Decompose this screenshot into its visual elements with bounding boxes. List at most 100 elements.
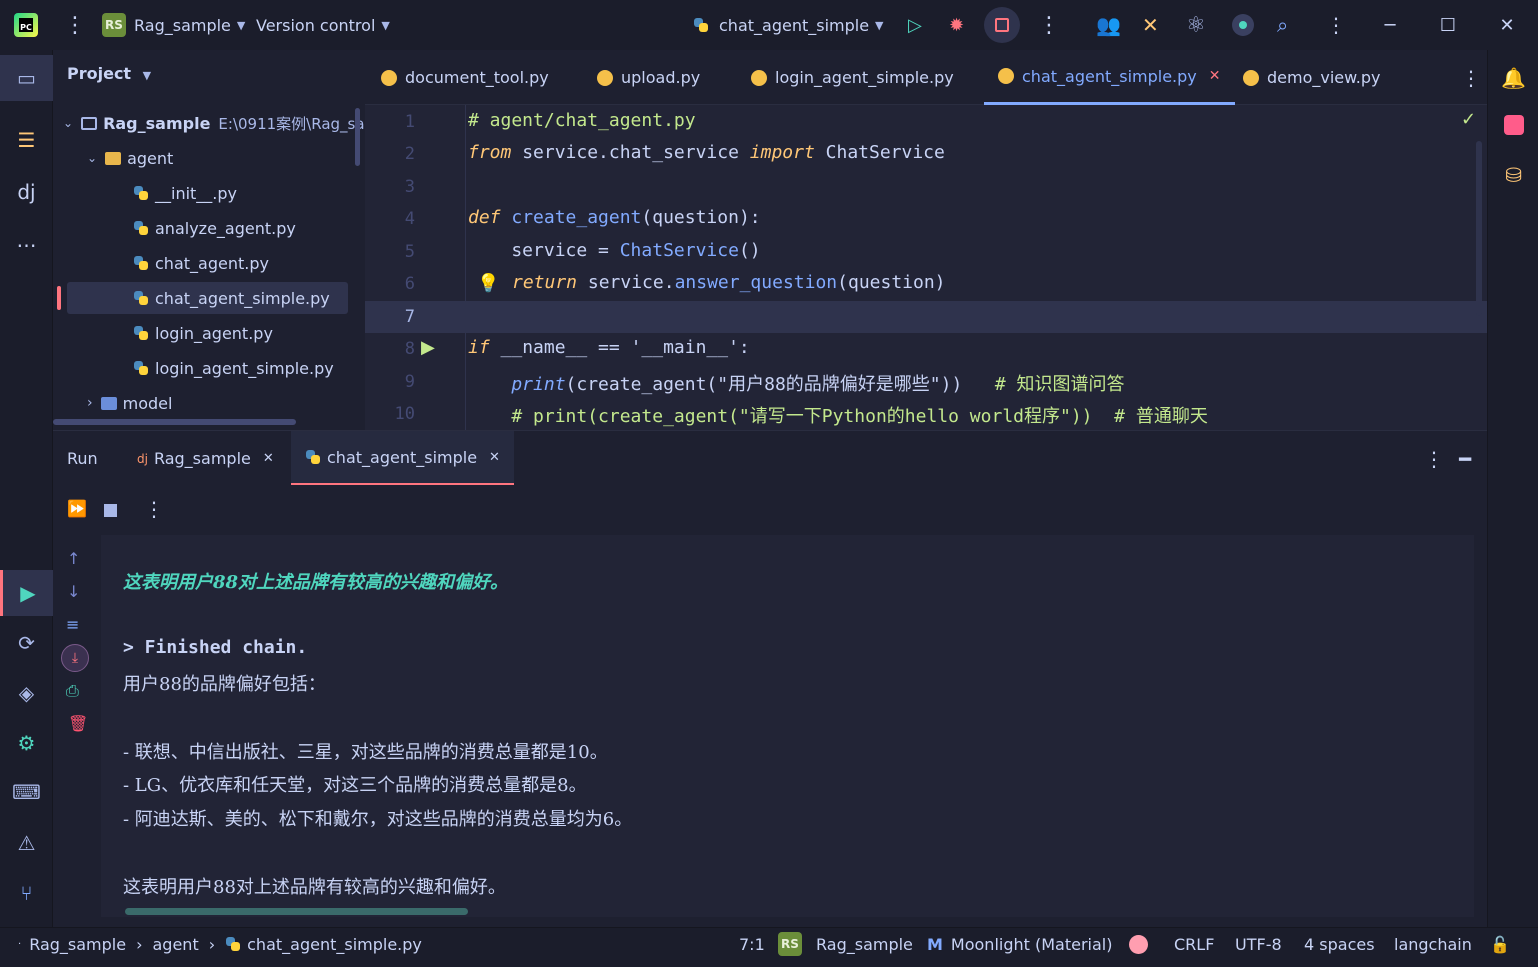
arrow-down-icon[interactable]: ↓ (67, 582, 80, 601)
folder-icon (100, 396, 117, 410)
more-actions-icon[interactable]: ⋮ (1038, 0, 1060, 50)
file-label: login_agent_simple.py (155, 358, 334, 378)
rerun-icon[interactable]: ⏩ (67, 499, 87, 518)
code-line: # agent/chat_agent.py (468, 110, 696, 131)
python-interpreter[interactable]: langchain (1394, 928, 1472, 960)
structure-icon[interactable]: ☰ (0, 120, 53, 160)
vcs-menu[interactable]: Version control ▼ (256, 0, 390, 50)
problems-icon[interactable]: ⚠ (0, 823, 53, 863)
tree-file[interactable]: login_agent_simple.py (133, 352, 334, 384)
class-call: ChatService (619, 240, 739, 261)
code-editor[interactable]: 1 2 3 4 5 6 7 8 9 10 💡 ▶ ✓ # agent/chat_… (365, 105, 1487, 430)
settings-icon[interactable]: ⋮ (1326, 0, 1346, 50)
breadcrumb-item[interactable]: chat_agent_simple.py (247, 935, 422, 954)
database-icon[interactable]: ⛁ (1488, 155, 1538, 195)
close-icon[interactable]: ✕ (1478, 0, 1536, 50)
console-gutter: ↑ ↓ ≡ ⤓ ⎙ 🗑 (53, 535, 101, 917)
scroll-to-end-icon[interactable]: ⤓ (61, 644, 89, 672)
vertical-scrollbar[interactable] (355, 108, 360, 166)
horizontal-scrollbar[interactable] (53, 419, 296, 425)
layers-icon[interactable]: ◈ (0, 673, 53, 713)
app-logo-icon[interactable]: PC (14, 0, 38, 50)
ai-plugin-icon[interactable] (1488, 105, 1538, 145)
tab-document-tool[interactable]: document_tool.py (367, 50, 563, 105)
console-horizontal-scrollbar[interactable] (125, 908, 468, 915)
keyword: import (749, 142, 815, 163)
print-icon[interactable]: ⎙ (66, 681, 79, 701)
run-config-selector[interactable]: chat_agent_simple ▼ (693, 0, 884, 50)
run-config-name: chat_agent_simple (719, 15, 870, 35)
tab-overflow-icon[interactable]: ⋮ (1447, 50, 1495, 105)
tree-root[interactable]: ⌄ Rag_sample E:\0911案例\Rag_sa (63, 107, 365, 139)
keyword: def (468, 207, 501, 228)
search-icon[interactable]: ⌕ (1277, 0, 1288, 50)
trash-icon[interactable]: 🗑 (68, 714, 88, 733)
title-bar: PC ⋮ RS Rag_sample ▼ Version control ▼ c… (0, 0, 1538, 50)
more-icon[interactable]: ⋮ (144, 497, 164, 521)
tab-label: chat_agent_simple (327, 447, 478, 467)
run-icon[interactable]: ▷ (908, 0, 922, 50)
project-view-icon[interactable]: ▭ (0, 55, 53, 101)
tab-upload[interactable]: upload.py (583, 50, 714, 105)
tab-login-agent-simple[interactable]: login_agent_simple.py (737, 50, 968, 105)
line-separator[interactable]: CRLF (1174, 928, 1214, 960)
python-file-icon (133, 325, 149, 341)
project-panel-title[interactable]: Project ▼ (67, 64, 151, 83)
maximize-icon[interactable]: ☐ (1419, 0, 1477, 50)
tree-file[interactable]: analyze_agent.py (133, 212, 296, 244)
git-icon[interactable]: ⑂ (0, 873, 53, 913)
python-console-icon[interactable]: ⟳ (0, 623, 53, 663)
code-line: def create_agent(question): (468, 207, 761, 228)
file-encoding[interactable]: UTF-8 (1235, 928, 1282, 960)
main-menu-icon[interactable]: ⋮ (64, 0, 86, 50)
python-file-icon (381, 69, 397, 86)
console-output[interactable]: 这表明用户88对上述品牌有较高的兴趣和偏好。 > Finished chain.… (101, 535, 1474, 917)
chevron-right-icon: › (136, 934, 143, 954)
services-icon[interactable]: ⚙ (0, 723, 53, 763)
close-tab-icon[interactable]: ✕ (489, 450, 500, 465)
close-tab-icon[interactable]: ✕ (263, 451, 274, 466)
ai-status-icon[interactable] (1129, 928, 1148, 960)
run-tab-chat-agent-simple[interactable]: chat_agent_simple ✕ (291, 431, 514, 486)
tree-folder-agent[interactable]: ⌄ agent (87, 142, 173, 174)
run-tab-rag-sample[interactable]: dj Rag_sample ✕ (123, 431, 288, 486)
editor-scrollbar[interactable] (1476, 141, 1482, 316)
tab-chat-agent-simple[interactable]: chat_agent_simple.py ✕ (984, 50, 1235, 105)
tab-demo-view[interactable]: demo_view.py (1229, 50, 1394, 105)
indent-setting[interactable]: 4 spaces (1304, 928, 1375, 960)
tree-file[interactable]: __init__.py (133, 177, 237, 209)
arrow-up-icon[interactable]: ↑ (67, 549, 80, 568)
code-with-me-icon[interactable]: 👥 (1096, 0, 1121, 50)
breadcrumb-item[interactable]: Rag_sample (29, 935, 126, 954)
tree-file[interactable]: chat_agent.py (133, 247, 269, 279)
lock-icon[interactable]: 🔓 (1490, 928, 1510, 960)
chevron-down-icon: ▼ (142, 69, 152, 82)
lightbulb-icon[interactable]: 💡 (477, 273, 499, 294)
debug-icon[interactable]: ✹ (949, 0, 964, 50)
project-switcher[interactable]: RS Rag_sample ▼ (102, 0, 245, 50)
more-tools-icon[interactable]: … (0, 220, 53, 260)
notifications-icon[interactable]: 🔔 (1488, 58, 1538, 98)
tools-icon[interactable]: ✕ (1142, 0, 1159, 50)
console-line: - 联想、中信出版社、三星，对这些品牌的消费总量都是10。 (123, 742, 608, 763)
django-icon[interactable]: dj (0, 172, 53, 212)
breadcrumb-item[interactable]: agent (153, 935, 199, 954)
minimize-icon[interactable]: ─ (1361, 0, 1419, 50)
theme-indicator[interactable]: M Moonlight (Material) (927, 928, 1112, 960)
run-tool-icon[interactable]: ▶ (0, 570, 53, 616)
python-file-icon (597, 69, 613, 86)
stop-icon[interactable] (104, 504, 117, 517)
stop-button[interactable] (984, 0, 1020, 50)
caret-position[interactable]: 7:1 (739, 928, 765, 960)
tree-folder-model[interactable]: › model (87, 387, 172, 419)
ai-assistant-icon[interactable] (1232, 0, 1254, 50)
hide-panel-icon[interactable]: ━ (1445, 431, 1485, 486)
tree-file[interactable]: login_agent.py (133, 317, 273, 349)
terminal-icon[interactable]: ⌨ (0, 772, 53, 812)
tree-file-selected[interactable]: chat_agent_simple.py (133, 282, 330, 314)
interpreter-project[interactable]: RS Rag_sample (778, 928, 913, 960)
close-tab-icon[interactable]: ✕ (1209, 68, 1221, 84)
run-gutter-icon[interactable]: ▶ (421, 337, 435, 358)
soft-wrap-icon[interactable]: ≡ (66, 615, 79, 634)
atom-icon[interactable]: ⚛ (1186, 0, 1206, 50)
